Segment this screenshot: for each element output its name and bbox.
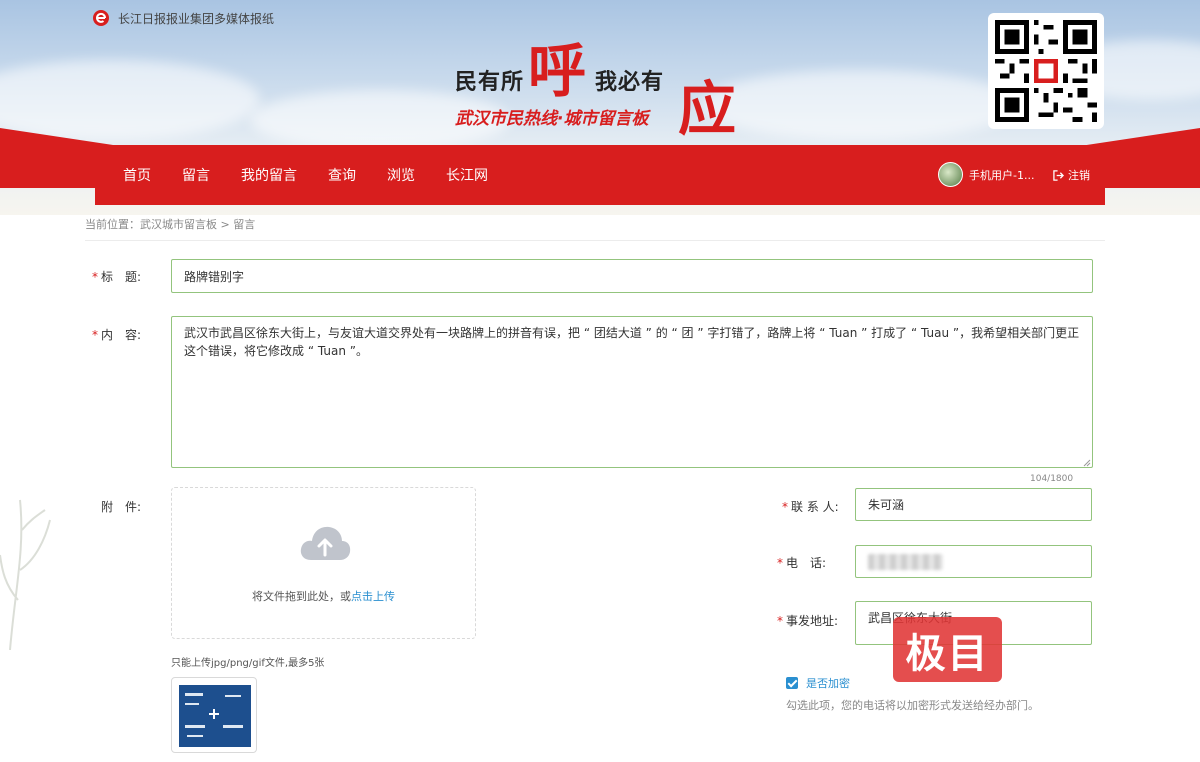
- contact-input-value: 朱可涵: [868, 498, 905, 512]
- encrypt-note: 勾选此项，您的电话将以加密形式发送给经办部门。: [786, 699, 1039, 712]
- address-label: * 事发地址:: [777, 614, 839, 628]
- background-plant-decoration: [0, 499, 51, 650]
- contact-input[interactable]: 朱可涵: [855, 488, 1092, 521]
- upload-dropzone[interactable]: 将文件拖到此处，或点击上传: [171, 487, 476, 639]
- encrypt-checkbox[interactable]: [786, 677, 798, 689]
- changjiang-logo-icon: [93, 10, 109, 26]
- attachment-label: 附 件:: [101, 500, 142, 514]
- banner-big-char-1: 呼: [528, 37, 587, 105]
- avatar: [938, 162, 963, 187]
- user-name: 手机用户-1...: [969, 168, 1035, 182]
- title-label: * 标 题:: [92, 270, 142, 284]
- phone-value-redacted: [868, 553, 943, 570]
- encrypt-checkbox-row[interactable]: 是否加密: [786, 675, 850, 691]
- nav-home[interactable]: 首页: [123, 165, 151, 185]
- nav-my-messages[interactable]: 我的留言: [241, 165, 297, 185]
- resize-handle-icon[interactable]: [1083, 459, 1091, 467]
- nav-browse[interactable]: 浏览: [387, 165, 415, 185]
- upload-instructions: 将文件拖到此处，或点击上传: [252, 590, 395, 603]
- nav-message[interactable]: 留言: [182, 165, 210, 185]
- user-menu[interactable]: 手机用户-1...: [938, 162, 1034, 187]
- content-label: * 内 容:: [92, 328, 142, 342]
- phone-input[interactable]: [855, 545, 1092, 578]
- nav-query[interactable]: 查询: [328, 165, 356, 185]
- content-textarea[interactable]: 武汉市武昌区徐东大街上，与友谊大道交界处有一块路牌上的拼音有误，把 “ 团结大道…: [171, 316, 1093, 468]
- breadcrumb: 当前位置：武汉城市留言板 > 留言: [85, 218, 256, 231]
- logout-button[interactable]: 注销: [1053, 167, 1090, 183]
- content-textarea-value: 武汉市武昌区徐东大街上，与友谊大道交界处有一块路牌上的拼音有误，把 “ 团结大道…: [184, 326, 1080, 358]
- banner-text-mid: 我必有: [595, 70, 665, 95]
- banner-subtitle: 武汉市民热线·城市留言板: [455, 109, 649, 129]
- road-sign-image: [179, 685, 251, 747]
- logout-label: 注销: [1068, 169, 1090, 182]
- jimu-watermark: 极目: [893, 617, 1002, 682]
- phone-label: * 电 话:: [777, 556, 827, 570]
- brand[interactable]: 长江日报报业集团多媒体报纸: [92, 9, 274, 27]
- uploaded-image-thumbnail[interactable]: [171, 677, 257, 753]
- encrypt-label: 是否加密: [806, 677, 850, 690]
- qr-code: [988, 13, 1104, 129]
- qr-code-icon: [995, 20, 1097, 122]
- click-upload-link[interactable]: 点击上传: [351, 590, 395, 603]
- cloud-upload-icon: [300, 526, 351, 560]
- char-counter: 104/1800: [1030, 474, 1074, 484]
- contact-label: * 联 系 人:: [782, 500, 839, 514]
- upload-hint: 只能上传jpg/png/gif文件,最多5张: [171, 658, 325, 669]
- brand-text: 长江日报报业集团多媒体报纸: [118, 11, 275, 26]
- title-input-value: 路牌错别字: [184, 269, 245, 284]
- divider: [85, 240, 1105, 241]
- main-nav: 首页 留言 我的留言 查询 浏览 长江网 手机用户-1... 注销: [95, 145, 1105, 205]
- road-sign-photo: [179, 685, 251, 747]
- banner-big-char-2: 应: [678, 75, 737, 143]
- nav-changjiang[interactable]: 长江网: [446, 165, 488, 185]
- logout-icon: [1053, 169, 1064, 181]
- banner-text-left: 民有所: [455, 70, 525, 95]
- title-input[interactable]: 路牌错别字: [171, 259, 1093, 293]
- slogan-banner: 民有所 呼 我必有 应 武汉市民热线·城市留言板: [450, 24, 750, 143]
